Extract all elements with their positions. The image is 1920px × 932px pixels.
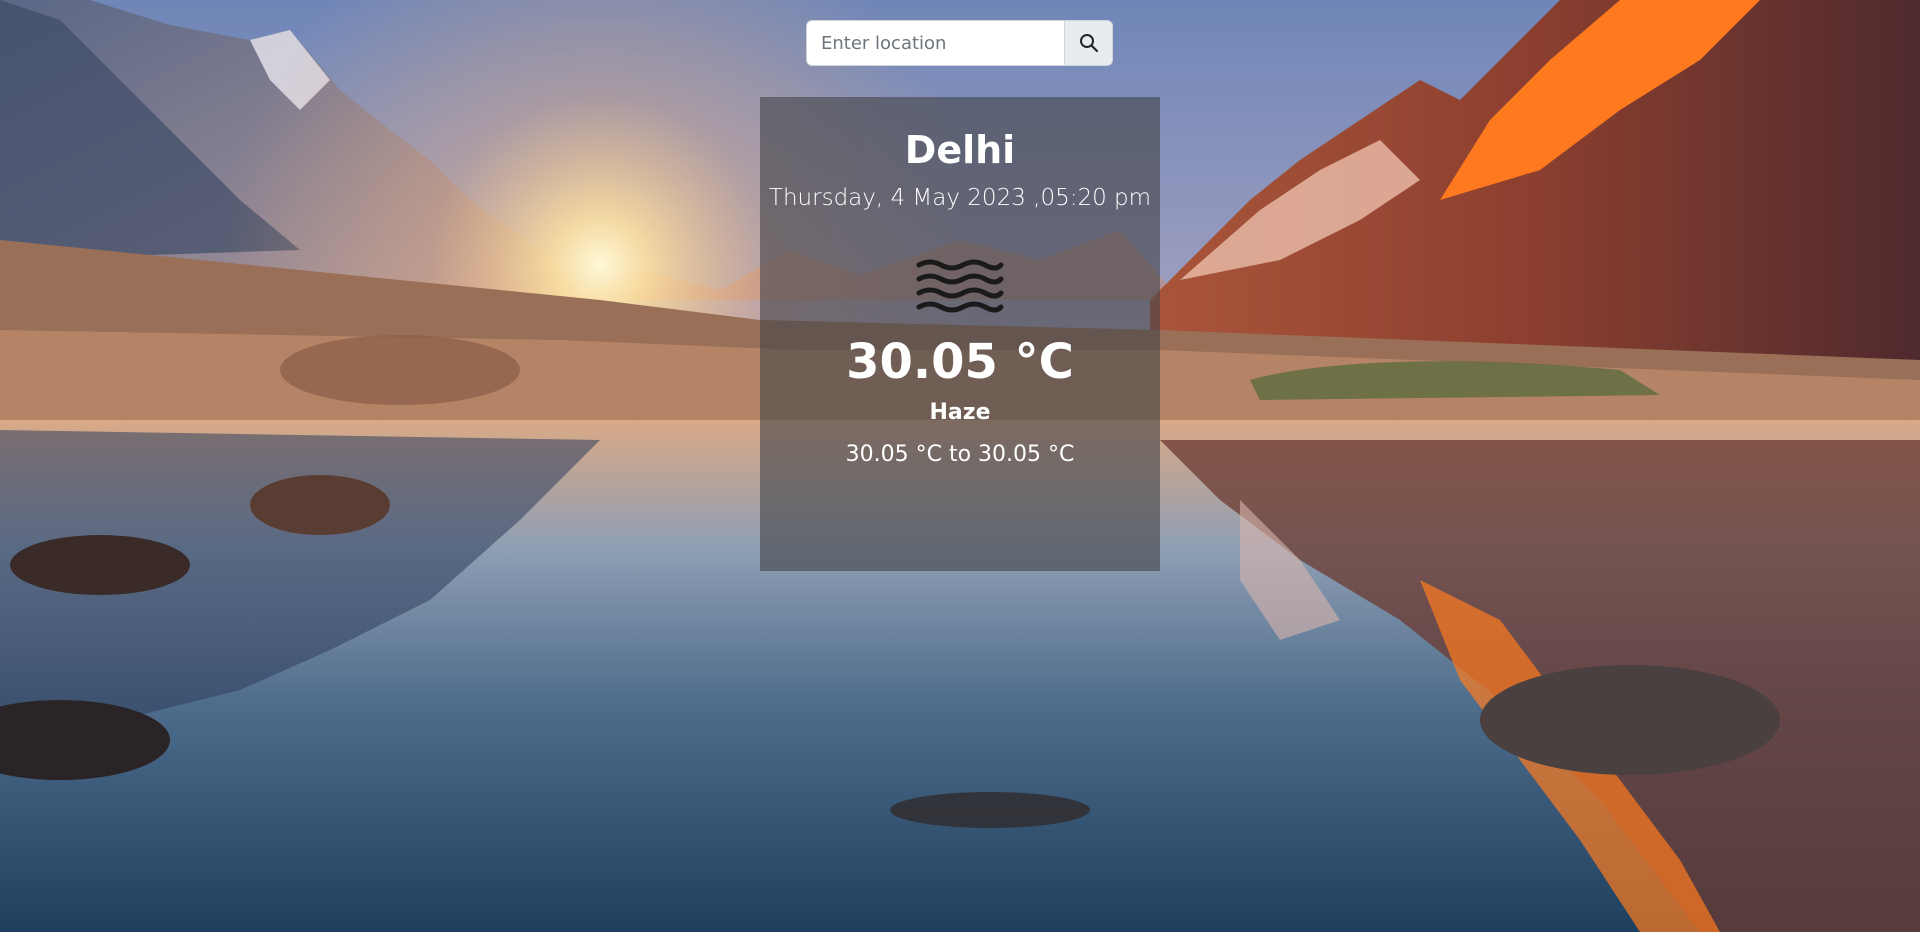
weather-card: Delhi Thursday, 4 May 2023 ,05:20 pm 30.… [760, 97, 1160, 571]
date-time: Thursday, 4 May 2023 ,05:20 pm [768, 185, 1152, 211]
search-icon [1079, 34, 1098, 53]
city-name: Delhi [904, 128, 1016, 172]
weather-condition: Haze [929, 400, 991, 425]
haze-icon [915, 257, 1005, 313]
temperature: 30.05 °C [846, 334, 1074, 390]
temperature-range: 30.05 °C to 30.05 °C [845, 442, 1075, 467]
location-search-bar [806, 20, 1113, 66]
location-search-input[interactable] [806, 20, 1064, 66]
search-button[interactable] [1064, 20, 1113, 66]
